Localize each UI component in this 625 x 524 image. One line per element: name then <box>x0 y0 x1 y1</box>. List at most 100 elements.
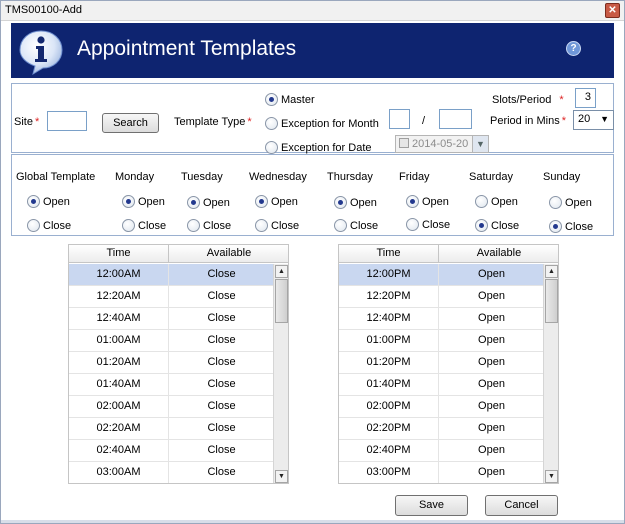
table-body: 12:00AM Close 12:20AM Close 12:40AM Close 0… <box>69 264 274 483</box>
pm-slots-table: Time Available 12:00PM Open 12:20PM Open 1… <box>338 244 559 484</box>
global-open-label: Open <box>43 196 70 208</box>
template-type-month-radio[interactable] <box>265 117 278 130</box>
table-row[interactable]: 12:00PM Open <box>339 264 544 286</box>
month-input[interactable] <box>389 109 410 129</box>
saturday-open-radio[interactable] <box>475 195 488 208</box>
thursday-close-radio[interactable] <box>334 219 347 232</box>
table-row[interactable]: 12:20AM Close <box>69 286 274 308</box>
table-body: 12:00PM Open 12:20PM Open 12:40PM Open 01:0… <box>339 264 544 483</box>
sunday-close-label: Close <box>565 221 594 233</box>
table-row[interactable]: 12:40PM Open <box>339 308 544 330</box>
table-row[interactable]: 12:00AM Close <box>69 264 274 286</box>
saturday-close-label: Close <box>491 220 520 232</box>
table-row[interactable]: 01:20AM Close <box>69 352 274 374</box>
period-label: Period in Mins * <box>490 115 566 127</box>
friday-open-label: Open <box>422 196 449 208</box>
slots-label: Slots/Period * <box>492 94 564 106</box>
template-type-month-label: Exception for Month <box>281 118 379 130</box>
vertical-scrollbar[interactable]: ▲ ▼ <box>543 264 558 483</box>
scroll-up-icon[interactable]: ▲ <box>545 265 558 278</box>
day-label-friday: Friday <box>399 171 430 183</box>
table-row[interactable]: 02:40PM Open <box>339 440 544 462</box>
table-row[interactable]: 02:00AM Close <box>69 396 274 418</box>
available-column-header[interactable]: Available <box>169 247 288 259</box>
site-input[interactable] <box>47 111 87 131</box>
friday-open-radio[interactable] <box>406 195 419 208</box>
day-label-tuesday: Tuesday <box>181 171 223 183</box>
scroll-up-icon[interactable]: ▲ <box>275 265 288 278</box>
table-row[interactable]: 03:00PM Open <box>339 462 544 483</box>
sunday-close-radio[interactable] <box>549 220 562 233</box>
global-close-label: Close <box>43 220 72 232</box>
table-header: Time Available <box>339 245 558 263</box>
scroll-thumb[interactable] <box>545 279 558 323</box>
help-icon[interactable]: ? <box>566 41 581 56</box>
time-column-header[interactable]: Time <box>339 247 438 259</box>
day-label-global: Global Template <box>16 171 96 183</box>
template-type-date-label: Exception for Date <box>281 142 372 154</box>
global-open-radio[interactable] <box>27 195 40 208</box>
thursday-close-label: Close <box>350 220 379 232</box>
scroll-thumb[interactable] <box>275 279 288 323</box>
date-picker[interactable]: 2014-05-20 ▼ <box>395 135 489 153</box>
table-row[interactable]: 02:40AM Close <box>69 440 274 462</box>
tuesday-close-radio[interactable] <box>187 219 200 232</box>
table-row[interactable]: 03:00AM Close <box>69 462 274 483</box>
monday-open-radio[interactable] <box>122 195 135 208</box>
window-title: TMS00100-Add <box>5 4 83 16</box>
friday-close-radio[interactable] <box>406 218 419 231</box>
table-row[interactable]: 02:20PM Open <box>339 418 544 440</box>
time-column-header[interactable]: Time <box>69 247 168 259</box>
available-column-header[interactable]: Available <box>439 247 558 259</box>
page-title: Appointment Templates <box>77 37 297 60</box>
tuesday-open-radio[interactable] <box>187 196 200 209</box>
day-label-saturday: Saturday <box>469 171 514 183</box>
site-label: Site * <box>14 116 40 128</box>
template-type-master-radio[interactable] <box>265 93 278 106</box>
table-row[interactable]: 01:40PM Open <box>339 374 544 396</box>
tuesday-open-label: Open <box>203 197 230 209</box>
scroll-down-icon[interactable]: ▼ <box>545 470 558 483</box>
template-type-date-radio[interactable] <box>265 141 278 154</box>
saturday-open-label: Open <box>491 196 518 208</box>
saturday-close-radio[interactable] <box>475 219 488 232</box>
info-icon <box>19 30 63 76</box>
sunday-open-radio[interactable] <box>549 196 562 209</box>
save-button[interactable]: Save <box>395 495 468 516</box>
table-row[interactable]: 02:00PM Open <box>339 396 544 418</box>
monday-close-radio[interactable] <box>122 219 135 232</box>
search-button[interactable]: Search <box>102 113 159 133</box>
period-select[interactable]: 20 ▼ <box>573 110 614 130</box>
dialog-window: TMS00100-Add ✕ Appointment Templates ? S… <box>0 0 625 524</box>
tuesday-close-label: Close <box>203 220 232 232</box>
wednesday-open-radio[interactable] <box>255 195 268 208</box>
table-row[interactable]: 01:00AM Close <box>69 330 274 352</box>
wednesday-close-radio[interactable] <box>255 219 268 232</box>
thursday-open-radio[interactable] <box>334 196 347 209</box>
global-close-radio[interactable] <box>27 219 40 232</box>
template-type-label: Template Type * <box>174 116 252 128</box>
chevron-down-icon[interactable]: ▼ <box>472 136 488 152</box>
thursday-open-label: Open <box>350 197 377 209</box>
monday-close-label: Close <box>138 220 167 232</box>
date-enable-checkbox[interactable] <box>399 138 409 148</box>
date-separator: / <box>422 115 426 127</box>
close-icon[interactable]: ✕ <box>605 3 620 18</box>
slots-input[interactable]: 3 <box>575 88 596 108</box>
cancel-button[interactable]: Cancel <box>485 495 558 516</box>
header-banner: Appointment Templates ? <box>11 23 614 78</box>
monday-open-label: Open <box>138 196 165 208</box>
vertical-scrollbar[interactable]: ▲ ▼ <box>273 264 288 483</box>
days-panel: Global Template Open Close Monday Open C… <box>11 154 614 236</box>
table-row[interactable]: 12:40AM Close <box>69 308 274 330</box>
wednesday-close-label: Close <box>271 220 300 232</box>
year-input[interactable] <box>439 109 472 129</box>
table-row[interactable]: 01:20PM Open <box>339 352 544 374</box>
table-row[interactable]: 12:20PM Open <box>339 286 544 308</box>
day-label-monday: Monday <box>115 171 155 183</box>
table-row[interactable]: 02:20AM Close <box>69 418 274 440</box>
scroll-down-icon[interactable]: ▼ <box>275 470 288 483</box>
table-row[interactable]: 01:40AM Close <box>69 374 274 396</box>
table-row[interactable]: 01:00PM Open <box>339 330 544 352</box>
chevron-down-icon: ▼ <box>600 114 609 124</box>
